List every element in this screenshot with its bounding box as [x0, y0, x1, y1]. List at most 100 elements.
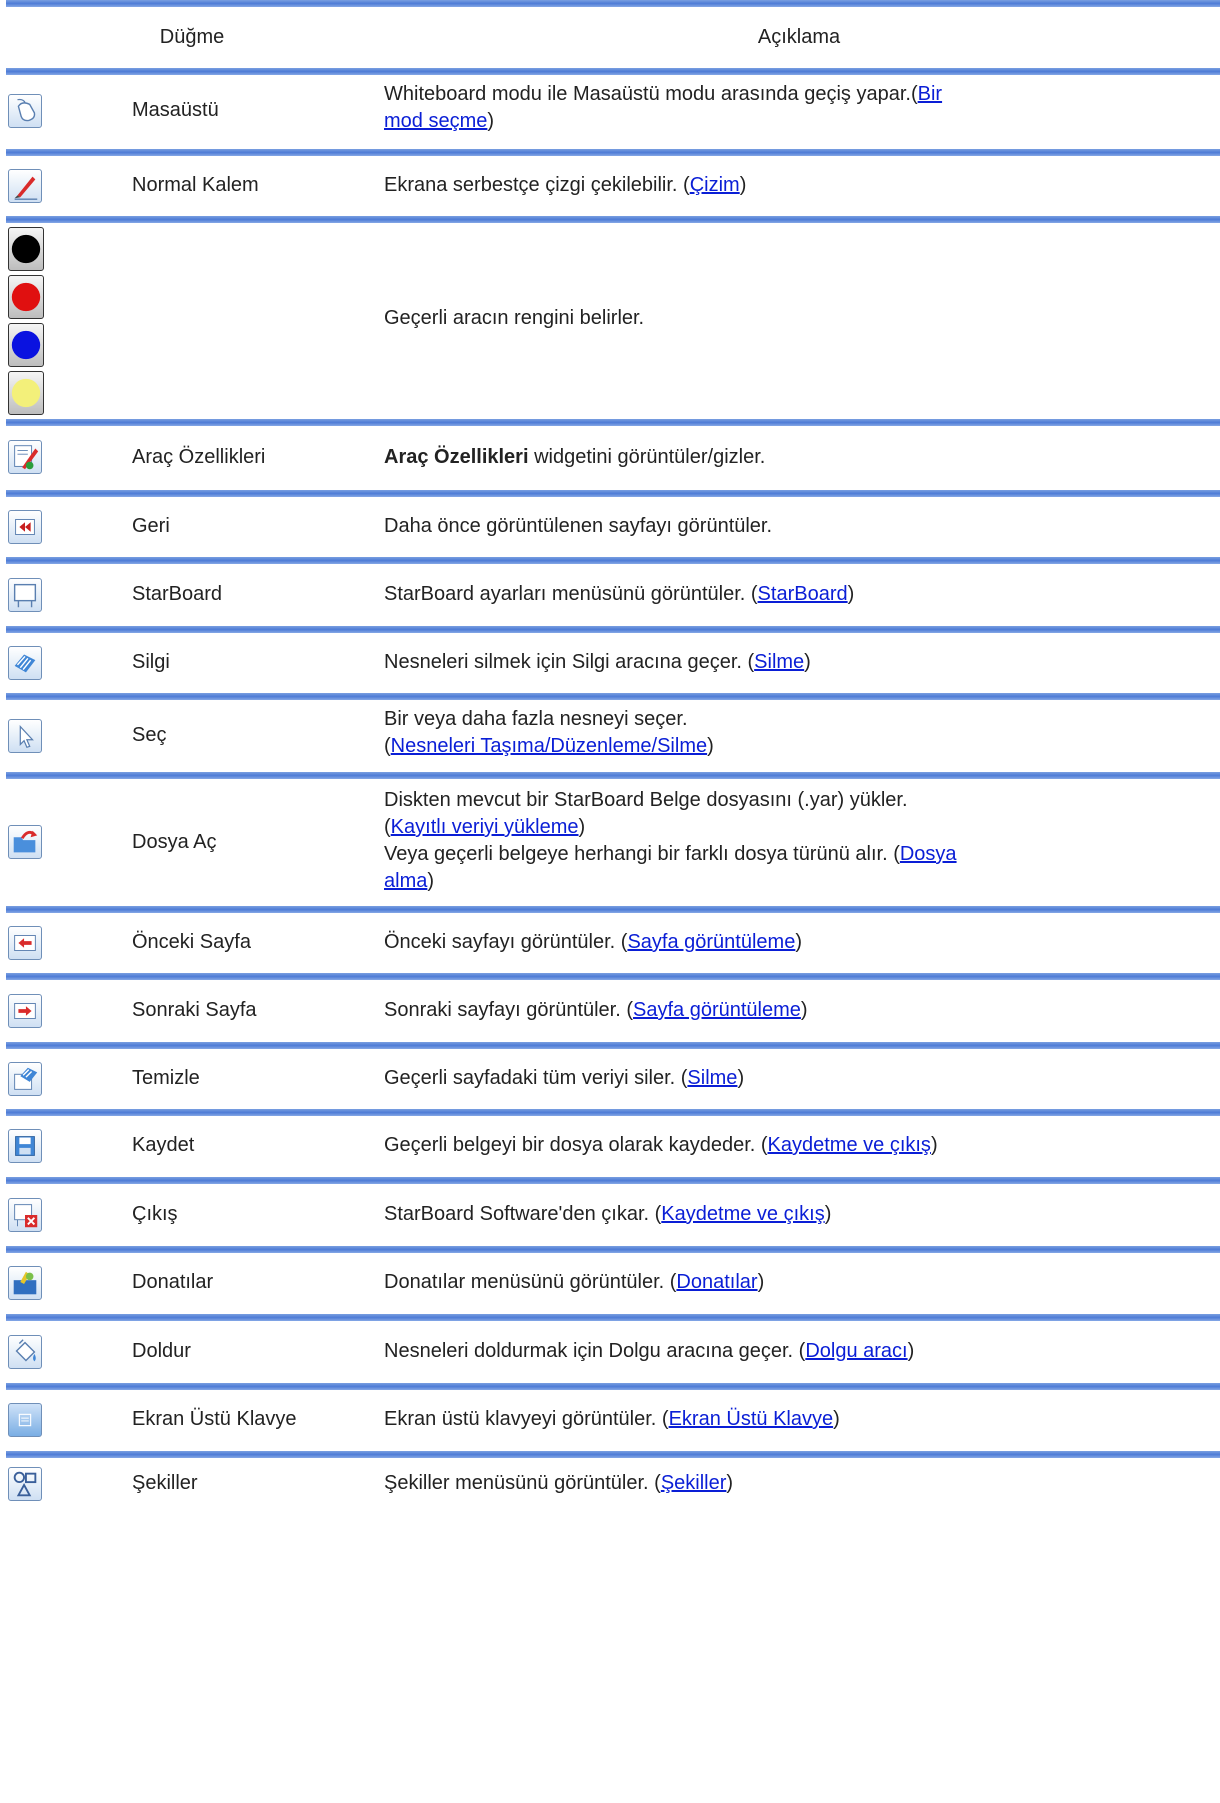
mouse-icon	[8, 94, 42, 128]
desc-text: )	[487, 110, 495, 132]
desc-text: Sonraki sayfayı görüntüler. (	[384, 999, 634, 1021]
help-link[interactable]: Donatılar	[676, 1271, 757, 1293]
separator	[6, 693, 1220, 700]
help-link[interactable]: Çizim	[690, 174, 740, 196]
table-row: StarBoard StarBoard ayarları menüsünü gö…	[6, 564, 1220, 626]
row-description: Araç Özellikleri widgetini görüntüler/gi…	[384, 444, 1189, 471]
help-link[interactable]: alma	[384, 870, 427, 892]
desc-text: Geçerli aracın rengini belirler.	[384, 307, 645, 329]
desc-text: Nesneleri silmek için Silgi aracına geçe…	[384, 651, 755, 673]
fill-bucket-icon	[8, 1335, 42, 1369]
row-name: Donatılar	[132, 1271, 214, 1293]
row-description: Önceki sayfayı görüntüler. (Sayfa görünt…	[384, 929, 1189, 956]
desc-text: Donatılar menüsünü görüntüler. (	[384, 1271, 677, 1293]
row-description: Geçerli sayfadaki tüm veriyi siler. (Sil…	[384, 1065, 1189, 1092]
help-link[interactable]: mod seçme	[384, 110, 487, 132]
row-description: Ekrana serbestçe çizgi çekilebilir. (Çiz…	[384, 172, 1189, 199]
row-description: Geçerli aracın rengini belirler.	[384, 305, 1189, 332]
help-link[interactable]: Ekran Üstü Klavye	[669, 1408, 834, 1430]
row-name: Kaydet	[132, 1134, 195, 1156]
desc-text: )	[757, 1271, 765, 1293]
starboard-icon	[8, 578, 42, 612]
help-link[interactable]: Nesneleri Taşıma/Düzenleme/Silme	[391, 735, 707, 757]
row-name: Araç Özellikleri	[132, 446, 266, 468]
separator	[6, 1383, 1220, 1390]
row-name: Temizle	[132, 1067, 200, 1089]
row-description: Whiteboard modu ile Masaüstü modu arasın…	[384, 81, 1189, 135]
table-row: Normal Kalem Ekrana serbestçe çizgi çeki…	[6, 156, 1220, 216]
desc-text: Whiteboard modu ile Masaüstü modu arasın…	[384, 83, 918, 105]
row-description: Donatılar menüsünü görüntüler. (Donatıla…	[384, 1269, 1189, 1296]
keyboard-icon	[8, 1403, 42, 1437]
help-link[interactable]: Sayfa görüntüleme	[633, 999, 801, 1021]
table-row: Ekran Üstü Klavye Ekran üstü klavyeyi gö…	[6, 1390, 1220, 1451]
separator	[6, 906, 1220, 913]
desc-text: )	[739, 174, 747, 196]
row-name: Sonraki Sayfa	[132, 999, 257, 1021]
row-description: Ekran üstü klavyeyi görüntüler. (Ekran Ü…	[384, 1406, 1189, 1433]
help-link[interactable]: Silme	[754, 651, 804, 673]
row-description: Sonraki sayfayı görüntüler. (Sayfa görün…	[384, 997, 1189, 1024]
row-name: Geri	[132, 515, 170, 537]
help-link[interactable]: Bir	[918, 83, 942, 105]
help-link[interactable]: Dosya	[900, 843, 957, 865]
desc-text: Diskten mevcut bir StarBoard Belge dosya…	[384, 789, 908, 811]
separator	[6, 973, 1220, 980]
color-swatch-red[interactable]	[8, 275, 44, 319]
desc-text: (	[384, 735, 391, 757]
table-row: Geçerli aracın rengini belirler.	[6, 223, 1220, 419]
separator	[6, 0, 1220, 7]
desc-text: Geçerli sayfadaki tüm veriyi siler. (	[384, 1067, 688, 1089]
help-link[interactable]: Sayfa görüntüleme	[627, 931, 795, 953]
desc-text: StarBoard Software'den çıkar. (	[384, 1203, 662, 1225]
table-row: Önceki Sayfa Önceki sayfayı görüntüler. …	[6, 913, 1220, 973]
desc-text: )	[795, 931, 803, 953]
row-description: Daha önce görüntülenen sayfayı görüntüle…	[384, 513, 1189, 540]
help-link[interactable]: Şekiller	[661, 1472, 727, 1494]
desc-text: )	[737, 1067, 745, 1089]
button-reference-table: Düğme Açıklama Masaüstü Whiteboard modu …	[6, 0, 1220, 1518]
separator	[6, 557, 1220, 564]
help-link[interactable]: StarBoard	[758, 583, 848, 605]
separator	[6, 1314, 1220, 1321]
row-name: Normal Kalem	[132, 174, 259, 196]
color-swatch-black[interactable]	[8, 227, 44, 271]
separator	[6, 216, 1220, 223]
row-description: Geçerli belgeyi bir dosya olarak kaydede…	[384, 1132, 1189, 1159]
table-row: Temizle Geçerli sayfadaki tüm veriyi sil…	[6, 1049, 1220, 1109]
separator	[6, 68, 1220, 75]
table-row: Geri Daha önce görüntülenen sayfayı görü…	[6, 497, 1220, 557]
row-name: StarBoard	[132, 583, 223, 605]
desc-text: (	[384, 816, 391, 838]
table-row: Kaydet Geçerli belgeyi bir dosya olarak …	[6, 1116, 1220, 1177]
help-link[interactable]: Kayıtlı veriyi yükleme	[391, 816, 579, 838]
separator	[6, 419, 1220, 426]
table-header: Düğme Açıklama	[6, 7, 1220, 68]
row-name: Şekiller	[132, 1472, 198, 1494]
help-link[interactable]: Kaydetme ve çıkış	[661, 1203, 824, 1225]
color-swatch-yellow[interactable]	[8, 371, 44, 415]
desc-text: Nesneleri doldurmak için Dolgu aracına g…	[384, 1340, 806, 1362]
exit-icon	[8, 1198, 42, 1232]
help-link[interactable]: Silme	[687, 1067, 737, 1089]
desc-text: )	[427, 870, 435, 892]
row-description: StarBoard ayarları menüsünü görüntüler. …	[384, 581, 1189, 608]
open-folder-icon	[8, 825, 42, 859]
desc-text: )	[800, 999, 808, 1021]
row-description: Nesneleri doldurmak için Dolgu aracına g…	[384, 1338, 1189, 1365]
color-swatch-blue[interactable]	[8, 323, 44, 367]
table-row: Dosya Aç Diskten mevcut bir StarBoard Be…	[6, 779, 1220, 906]
table-row: Çıkış StarBoard Software'den çıkar. (Kay…	[6, 1184, 1220, 1246]
desc-text: Şekiller menüsünü görüntüler. (	[384, 1472, 661, 1494]
help-link[interactable]: Kaydetme ve çıkış	[768, 1134, 931, 1156]
desc-text: )	[824, 1203, 832, 1225]
desc-text: )	[804, 651, 811, 673]
row-name: Doldur	[132, 1340, 191, 1362]
desc-text: Ekrana serbestçe çizgi çekilebilir. (	[384, 174, 690, 196]
table-row: Şekiller Şekiller menüsünü görüntüler. (…	[6, 1458, 1220, 1518]
row-description: Şekiller menüsünü görüntüler. (Şekiller)	[384, 1470, 1189, 1497]
desc-text: )	[726, 1472, 734, 1494]
prev-page-icon	[8, 926, 42, 960]
help-link[interactable]: Dolgu aracı	[805, 1340, 907, 1362]
table-row: Donatılar Donatılar menüsünü görüntüler.…	[6, 1253, 1220, 1314]
